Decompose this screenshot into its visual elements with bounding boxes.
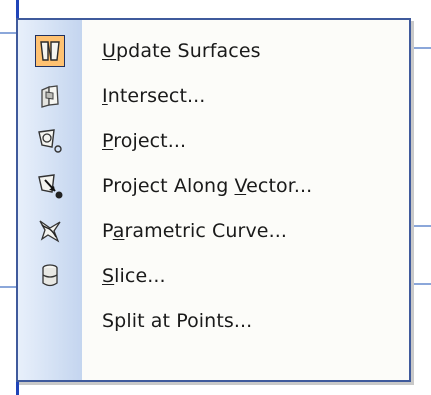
parametric-curve-icon [39,219,61,243]
background-divider [0,286,16,288]
intersect-icon [41,84,59,108]
menu-item-label: Project... [102,129,187,152]
slice-icon [42,263,58,286]
menu-item-label: Slice... [102,264,166,287]
project-icon [38,128,62,153]
menu-item-label: Update Surfaces [102,39,261,62]
menu-item-parametric-curve[interactable]: Parametric Curve... [18,208,409,253]
menu-item-intersect[interactable]: Intersect... [18,73,409,118]
menu-item-update-surfaces[interactable]: Update Surfaces [18,28,409,73]
surfaces-dropdown-menu: Update Surfaces Intersect... Project... … [16,18,411,382]
background-divider [411,47,431,49]
background-divider [411,225,431,227]
menu-item-label: Split at Points... [102,309,253,332]
background-divider [411,283,431,285]
app-window: Update Surfaces Intersect... Project... … [0,0,431,395]
menu-item-label: Parametric Curve... [102,219,288,242]
menu-item-project-along-vector[interactable]: Project Along Vector... [18,163,409,208]
menu-item-split-at-points[interactable]: Split at Points... [18,298,409,343]
menu-item-label: Project Along Vector... [102,174,313,197]
background-panel [411,33,431,381]
menu-item-project[interactable]: Project... [18,118,409,163]
menu-item-slice[interactable]: Slice... [18,253,409,298]
project-along-vector-icon [38,173,63,198]
update-surfaces-icon [40,40,60,61]
background-divider [0,32,16,34]
menu-item-highlight [35,34,65,67]
menu-item-label: Intersect... [102,84,206,107]
